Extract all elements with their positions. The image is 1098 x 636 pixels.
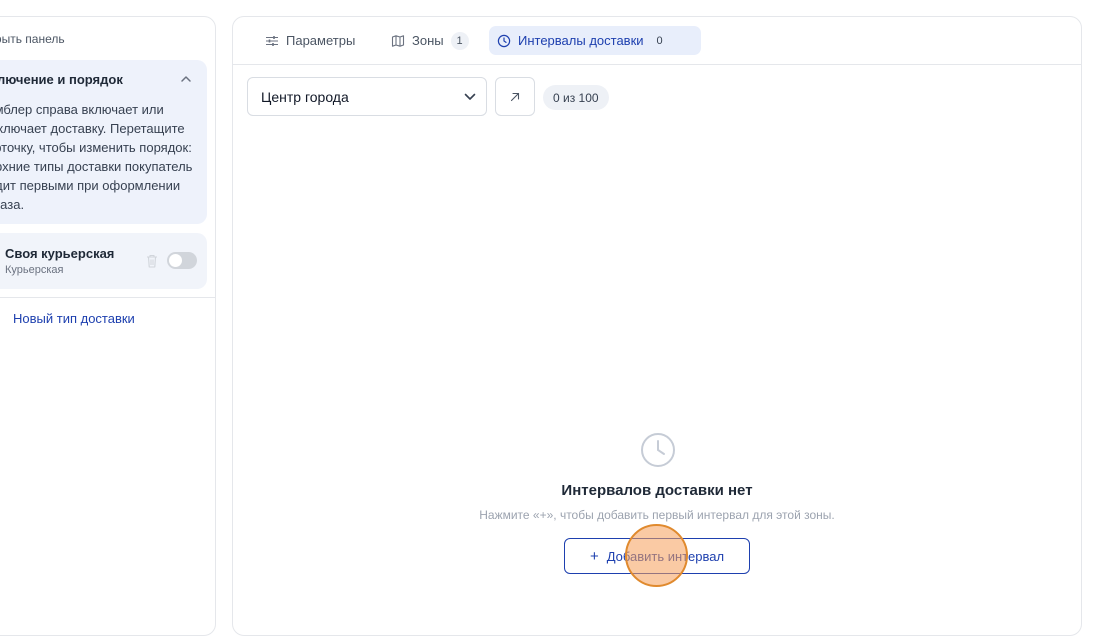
tab-delivery-intervals-label: Интервалы доставки [518,33,644,48]
new-delivery-type-label: Новый тип доставки [13,311,135,326]
info-card-text: Тумблер справа включает или выключает до… [0,102,193,212]
tab-parameters-label: Параметры [286,33,356,48]
trash-icon[interactable] [146,254,158,268]
add-interval-label: Добавить интервал [606,548,725,564]
info-card-title: Включение и порядок [0,72,123,87]
collapse-panel-link[interactable]: Скрыть панель [0,32,65,46]
delivery-type-toggle[interactable] [167,252,197,269]
tab-zones-count: 1 [450,31,469,50]
info-card: Включение и порядок Тумблер справа включ… [0,60,207,224]
clock-icon [641,433,675,467]
tab-delivery-intervals-count: 0 [656,34,663,47]
clock-icon [497,34,511,47]
delivery-type-kind: Курьерская [5,264,64,276]
tab-zones-label: Зоны [412,33,444,48]
toggle-knob [169,254,182,267]
empty-state-description: Нажмите «+», чтобы добавить первый интер… [479,508,835,522]
sliders-icon [266,35,278,46]
new-delivery-type-button[interactable]: +Новый тип доставки [0,311,135,326]
main-panel: Параметры Зоны 1 Интервалы доставки 0 Це… [232,16,1082,636]
delivery-type-card[interactable]: Своя курьерская Курьерская [0,233,207,289]
chevron-down-icon [464,93,476,100]
arrow-up-right-icon [510,92,520,102]
plus-icon: + [589,547,599,565]
sidebar-divider [0,297,215,298]
delivery-types-sidebar: Скрыть панель Включение и порядок Тумбле… [0,16,216,636]
zone-select-value: Центр города [261,89,349,105]
tab-delivery-intervals[interactable]: Интервалы доставки 0 [489,26,701,55]
interval-quota-badge: 0 из 100 [543,85,609,110]
add-interval-button[interactable]: + Добавить интервал [564,538,750,574]
delivery-type-name: Своя курьерская [5,246,115,261]
tab-parameters[interactable]: Параметры [257,26,363,55]
map-icon [391,34,405,47]
plus-icon: + [0,311,13,326]
tab-zones[interactable]: Зоны 1 [383,26,477,55]
tab-bar: Параметры Зоны 1 Интервалы доставки 0 [233,17,1081,65]
open-zone-button[interactable] [495,77,535,116]
zone-select[interactable]: Центр города [247,77,487,116]
chevron-up-icon[interactable] [179,72,193,86]
empty-state-title: Интервалов доставки нет [561,482,753,499]
